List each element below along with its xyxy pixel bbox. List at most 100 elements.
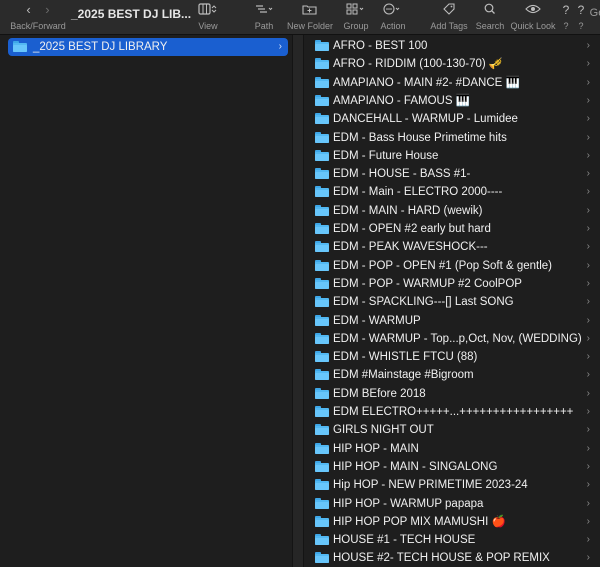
chevron-right-icon: › <box>586 515 590 527</box>
list-item[interactable]: HOUSE #1 - TECH HOUSE › <box>312 531 594 549</box>
new-folder-icon <box>286 3 334 18</box>
path-button[interactable]: Path <box>248 0 280 34</box>
list-item[interactable]: HIP HOP - MAIN › <box>312 440 594 458</box>
tag-icon <box>428 3 470 18</box>
list-item[interactable]: HOUSE #2- TECH HOUSE & POP REMIX › <box>312 549 594 567</box>
chevron-right-icon: › <box>586 424 590 436</box>
folder-name: EDM - OPEN #2 early but hard <box>333 223 491 235</box>
group-grid-icon <box>340 3 372 18</box>
folder-icon <box>315 58 329 70</box>
folder-name: HOUSE #1 - TECH HOUSE <box>333 534 476 547</box>
list-item[interactable]: AMAPIANO - FAMOUS 🎹 › <box>312 92 594 110</box>
list-item[interactable]: AFRO - RIDDIM (100-130-70) 🎺 › <box>312 55 594 73</box>
window-title: _2025 BEST DJ LIB... <box>71 7 192 21</box>
chevron-right-icon: › <box>586 186 590 198</box>
folder-name: HIP HOP - WARMUP papapa <box>333 497 484 510</box>
list-item[interactable]: HIP HOP - WARMUP papapa › <box>312 495 594 513</box>
chevron-right-icon: › <box>586 259 590 271</box>
chevron-right-icon: › <box>586 314 590 326</box>
chevron-right-icon: › <box>586 479 590 491</box>
column-1: _2025 BEST DJ LIBRARY › <box>0 35 292 567</box>
folder-name: AMAPIANO - MAIN #2- #DANCE 🎹 <box>333 76 520 89</box>
sidebar-item-library[interactable]: _2025 BEST DJ LIBRARY › <box>8 38 288 56</box>
folder-icon <box>315 515 329 527</box>
quick-look-label: Quick Look <box>510 21 556 31</box>
folder-icon <box>315 351 329 363</box>
folder-icon <box>315 332 329 344</box>
folder-name: EDM - Bass House Primetime hits <box>333 131 507 144</box>
list-item[interactable]: EDM - PEAK WAVESHOCK--- › <box>312 238 594 256</box>
chevron-right-icon: › <box>586 40 590 51</box>
list-item[interactable]: EDM - WHISTLE FTCU (88) › <box>312 348 594 366</box>
chevron-right-icon: › <box>586 58 590 70</box>
chevron-right-icon: › <box>586 149 590 161</box>
truncated-toolbar-item[interactable]: Ge <box>588 0 600 34</box>
group-button[interactable]: Group <box>340 0 372 34</box>
folder-name: EDM - POP - OPEN #1 (Pop Soft & gentle) <box>333 259 553 272</box>
chevron-right-icon: › <box>586 296 590 308</box>
folder-name: EDM - PEAK WAVESHOCK--- <box>333 241 488 254</box>
list-item[interactable]: HIP HOP POP MIX MAMUSHI 🍎 › <box>312 513 594 531</box>
list-item[interactable]: EDM ELECTRO+++++...+++++++++++++++++ › <box>312 403 594 421</box>
search-button[interactable]: Search <box>474 0 506 34</box>
folder-name: EDM - SPACKLING---[] Last SONG <box>333 296 514 309</box>
column-resize-handle[interactable] <box>292 35 304 567</box>
list-item[interactable]: EDM BEfore 2018 › <box>312 385 594 403</box>
folder-icon <box>315 387 329 399</box>
folder-name: EDM - WARMUP - Top...p,Oct, Nov, (WEDDIN… <box>333 332 582 345</box>
chevron-right-icon: › <box>278 41 282 52</box>
chevron-right-icon: › <box>586 552 590 564</box>
chevron-right-icon: › <box>586 241 590 253</box>
list-item[interactable]: EDM - WARMUP › <box>312 312 594 330</box>
back-forward-control[interactable]: ‹ › Back/Forward <box>10 0 66 34</box>
list-item[interactable]: EDM - SPACKLING---[] Last SONG › <box>312 293 594 311</box>
help-button-1[interactable]: ? ? <box>558 0 574 34</box>
chevron-right-icon: › <box>586 113 590 125</box>
chevron-left-icon[interactable]: ‹ <box>26 2 30 17</box>
new-folder-button[interactable]: New Folder <box>286 0 334 34</box>
folder-name: EDM - HOUSE - BASS #1- <box>333 168 471 181</box>
folder-icon <box>315 277 329 289</box>
chevron-right-icon: › <box>586 534 590 546</box>
add-tags-button[interactable]: Add Tags <box>428 0 470 34</box>
help-label-2: ? <box>578 21 584 31</box>
ellipsis-circle-icon <box>377 3 409 18</box>
list-item[interactable]: EDM - WARMUP - Top...p,Oct, Nov, (WEDDIN… <box>312 330 594 348</box>
help-label-1: ? <box>563 21 569 31</box>
folder-icon <box>315 442 329 454</box>
folder-icon <box>315 552 329 564</box>
list-item[interactable]: EDM - Bass House Primetime hits › <box>312 129 594 147</box>
list-item[interactable]: EDM #Mainstage #Bigroom › <box>312 366 594 384</box>
quick-look-button[interactable]: Quick Look <box>510 0 556 34</box>
action-button[interactable]: Action <box>377 0 409 34</box>
list-item[interactable]: EDM - POP - WARMUP #2 CoolPOP › <box>312 275 594 293</box>
folder-icon <box>315 204 329 216</box>
list-item[interactable]: EDM - POP - OPEN #1 (Pop Soft & gentle) › <box>312 257 594 275</box>
view-button[interactable]: View <box>192 0 224 34</box>
folder-icon <box>315 168 329 180</box>
list-item[interactable]: EDM - Main - ELECTRO 2000---- › <box>312 183 594 201</box>
help-button-2[interactable]: ? ? <box>574 0 588 34</box>
list-item[interactable]: Hip HOP - NEW PRIMETIME 2023-24 › <box>312 476 594 494</box>
list-item[interactable]: AFRO - BEST 100 › <box>312 37 594 55</box>
list-item[interactable]: GIRLS NIGHT OUT › <box>312 421 594 439</box>
folder-name: HIP HOP - MAIN <box>333 442 419 455</box>
folder-icon <box>13 41 27 52</box>
back-forward-label: Back/Forward <box>10 21 66 31</box>
folder-icon <box>315 94 329 106</box>
list-item[interactable]: HIP HOP - MAIN - SINGALONG › <box>312 458 594 476</box>
path-label: Path <box>254 21 274 31</box>
list-item[interactable]: AMAPIANO - MAIN #2- #DANCE 🎹 › <box>312 74 594 92</box>
list-item[interactable]: EDM - OPEN #2 early but hard › <box>312 220 594 238</box>
list-item[interactable]: EDM - HOUSE - BASS #1- › <box>312 165 594 183</box>
list-item[interactable]: EDM - MAIN - HARD (wewik) › <box>312 202 594 220</box>
search-label: Search <box>475 21 505 31</box>
list-item[interactable]: DANCEHALL - WARMUP - Lumidee › <box>312 110 594 128</box>
path-list-icon <box>248 3 280 18</box>
folder-name: EDM ELECTRO+++++...+++++++++++++++++ <box>333 406 574 418</box>
eye-icon <box>510 3 556 18</box>
folder-name: EDM - POP - WARMUP #2 CoolPOP <box>333 277 522 290</box>
new-folder-label: New Folder <box>286 21 333 31</box>
chevron-right-icon[interactable]: › <box>45 2 49 17</box>
list-item[interactable]: EDM - Future House › <box>312 147 594 165</box>
